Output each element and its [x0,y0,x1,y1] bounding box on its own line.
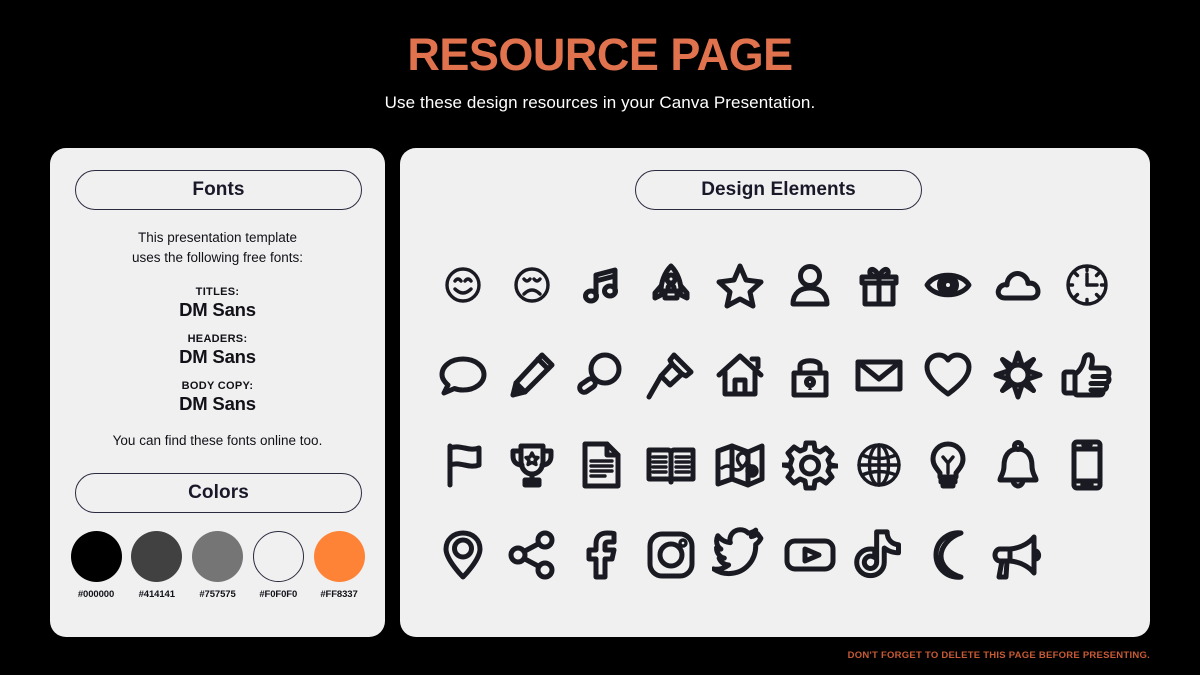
font-group-headers: HEADERS: DM Sans [50,333,385,368]
lightbulb-icon[interactable] [920,437,976,493]
flag-icon[interactable] [435,437,491,493]
pencil-icon[interactable] [504,347,560,403]
location-pin-icon[interactable] [435,527,491,583]
font-group-name: DM Sans [179,299,256,320]
globe-icon[interactable] [851,437,907,493]
sad-face-icon[interactable] [504,257,560,313]
gear-icon[interactable] [782,437,838,493]
font-group-label: HEADERS: [187,333,248,345]
color-swatch-label: #414141 [138,589,175,600]
color-swatch[interactable] [252,531,304,582]
thumbs-up-icon[interactable] [1059,347,1115,403]
clock-icon[interactable] [1059,257,1115,313]
fonts-intro-line: This presentation template [137,230,298,245]
eye-icon[interactable] [920,257,976,313]
color-swatch[interactable] [70,531,122,582]
star-icon[interactable] [712,257,768,313]
document-icon[interactable] [573,437,629,493]
music-note-icon[interactable] [573,257,629,313]
fonts-section-label: Fonts [192,179,245,200]
colors-section-header: Colors [75,473,362,513]
color-swatch[interactable] [313,531,365,582]
color-swatch-label: #FF8337 [320,589,358,600]
color-swatch[interactable] [131,531,183,582]
font-group-body-copy: BODY COPY: DM Sans [50,380,385,415]
fonts-intro-text: This presentation template uses the follo… [50,228,385,269]
pushpin-icon[interactable] [643,347,699,403]
sun-icon[interactable] [990,347,1046,403]
color-swatch-cell[interactable]: #FF8337 [311,531,367,600]
open-book-icon[interactable] [643,437,699,493]
smiley-face-icon[interactable] [435,257,491,313]
color-swatch-row: #000000 #414141 #757575 #F0F0F0 #FF8337 [68,531,367,600]
color-swatch[interactable] [192,531,243,582]
twitter-icon[interactable] [712,527,768,583]
fonts-intro-line: uses the following free fonts: [131,250,304,266]
tiktok-icon[interactable] [851,527,907,583]
icon-grid [428,240,1122,600]
heart-icon[interactable] [920,347,976,403]
fonts-and-colors-panel: Fonts This presentation template uses the… [50,148,385,637]
color-swatch-label: #F0F0F0 [259,589,298,600]
font-group-titles: TITLES: DM Sans [50,286,385,321]
padlock-icon[interactable] [782,347,838,403]
envelope-icon[interactable] [851,347,907,403]
color-swatch-cell[interactable]: #757575 [190,531,246,600]
instagram-icon[interactable] [643,527,699,583]
speech-bubble-icon[interactable] [435,347,491,403]
font-group-name: DM Sans [179,346,256,367]
color-swatch-label: #757575 [199,589,236,600]
design-elements-label: Design Elements [701,179,856,200]
design-elements-panel: Design Elements [400,148,1150,637]
slide-canvas: RESOURCE PAGE Use these design resources… [0,0,1200,675]
megaphone-icon[interactable] [990,527,1046,583]
facebook-icon[interactable] [573,527,629,583]
smartphone-icon[interactable] [1059,437,1115,493]
page-subtitle: Use these design resources in your Canva… [384,93,816,112]
magnifying-glass-icon[interactable] [573,347,629,403]
fonts-section-header: Fonts [75,170,362,210]
color-swatch-label: #000000 [77,589,115,600]
map-icon[interactable] [712,437,768,493]
design-elements-section-header: Design Elements [635,170,922,210]
page-title: RESOURCE PAGE [407,29,793,80]
cloud-icon[interactable] [990,257,1046,313]
color-swatch-cell[interactable]: #414141 [129,531,185,600]
house-icon[interactable] [712,347,768,403]
color-swatch-cell[interactable]: #F0F0F0 [250,531,306,600]
youtube-icon[interactable] [782,527,838,583]
share-icon[interactable] [504,527,560,583]
font-group-label: TITLES: [195,286,240,298]
moon-icon[interactable] [920,527,976,583]
colors-section-label: Colors [188,482,249,503]
person-icon[interactable] [782,257,838,313]
fonts-outro-text: You can find these fonts online too. [112,433,323,448]
gift-icon[interactable] [851,257,907,313]
font-group-label: BODY COPY: [181,380,254,392]
rocket-icon[interactable] [643,257,699,313]
trophy-icon[interactable] [504,437,560,493]
color-swatch-cell[interactable]: #000000 [68,531,124,600]
font-group-name: DM Sans [179,393,256,414]
bell-icon[interactable] [990,437,1046,493]
delete-page-reminder: DON'T FORGET TO DELETE THIS PAGE BEFORE … [847,650,1150,661]
